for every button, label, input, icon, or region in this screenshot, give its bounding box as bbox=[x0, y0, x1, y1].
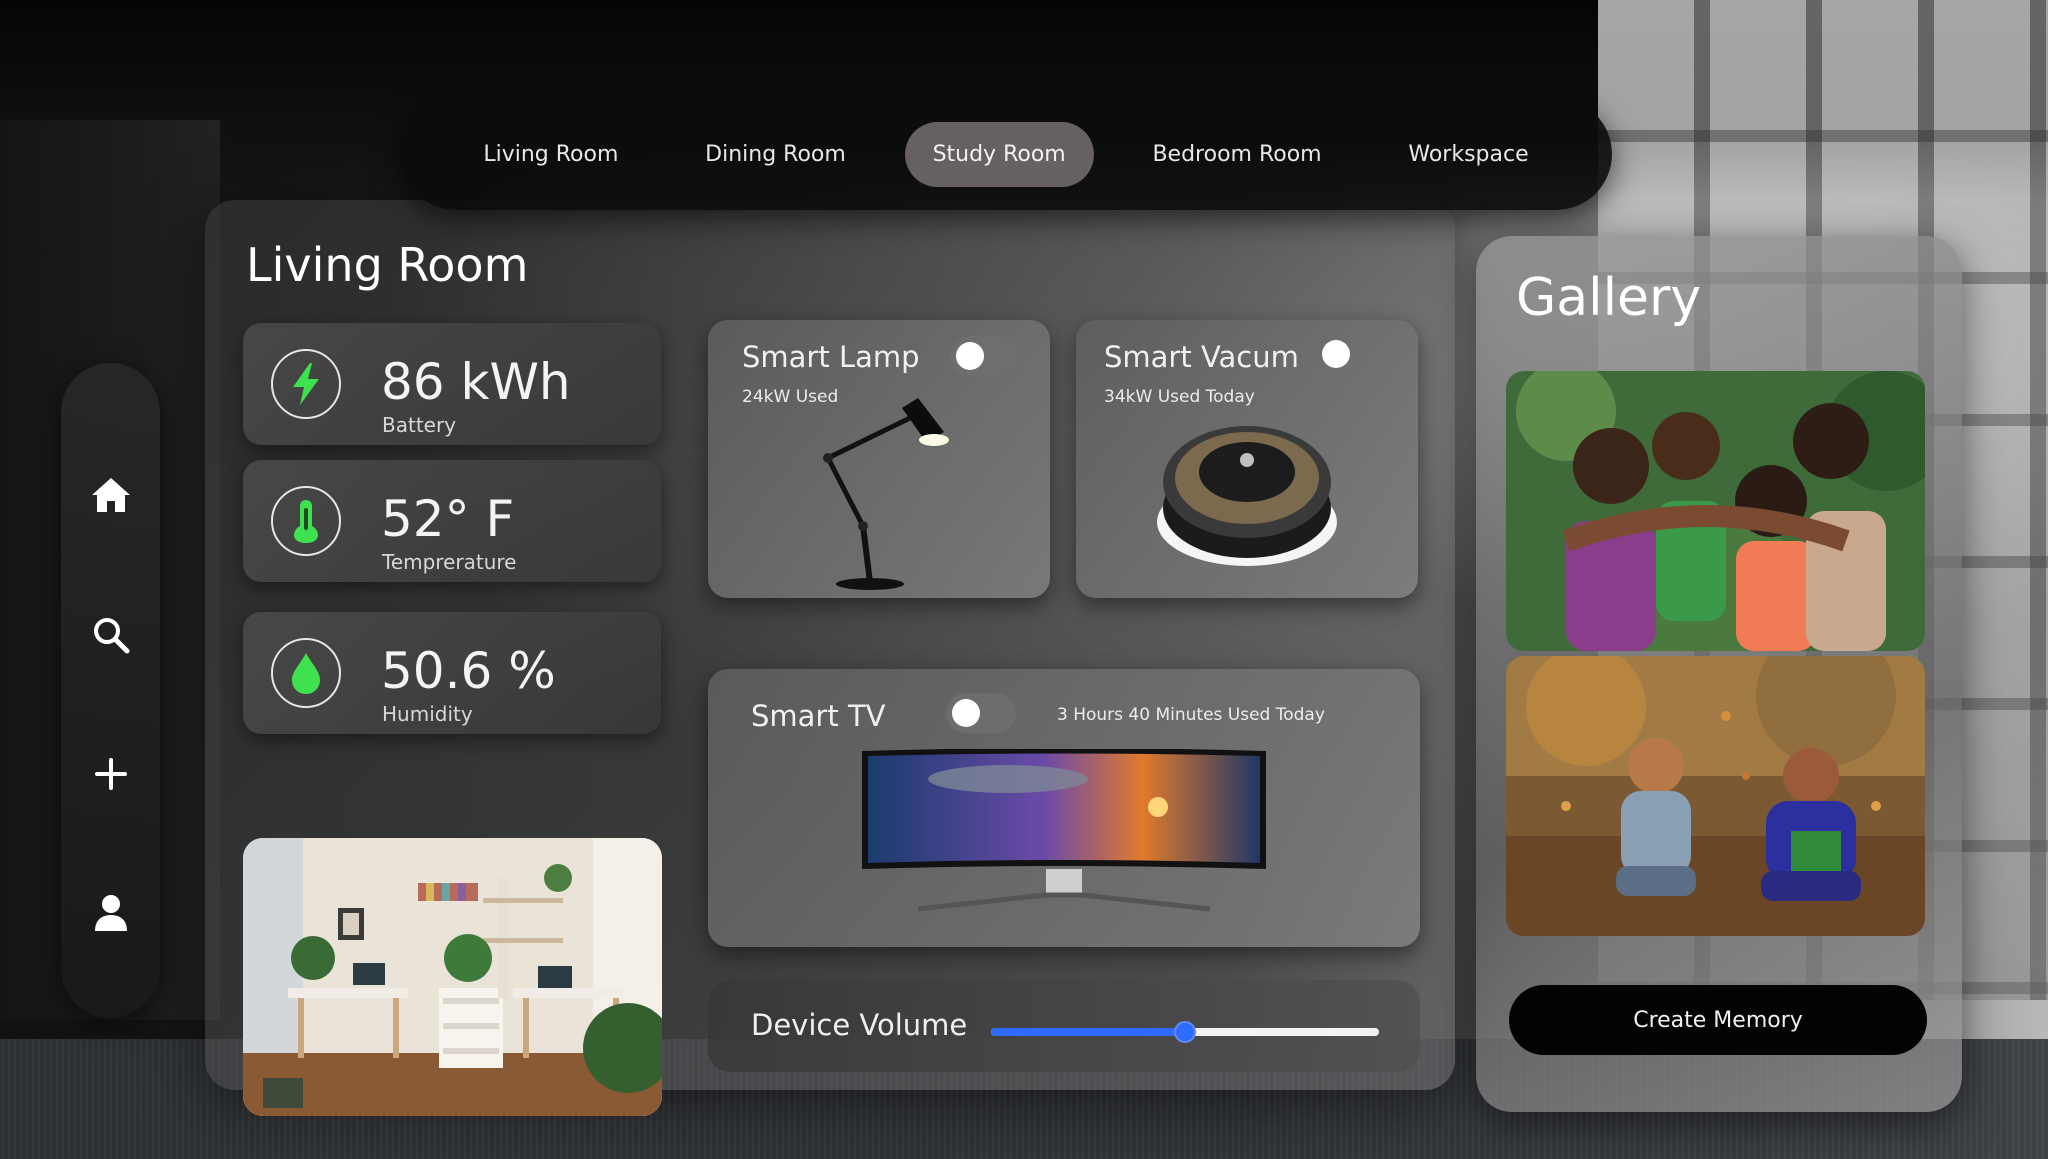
smart-tv-card: Smart TV 3 Hours 40 Minutes Used Today bbox=[708, 669, 1420, 947]
tab-workspace[interactable]: Workspace bbox=[1380, 122, 1556, 187]
temperature-label: Temprerature bbox=[382, 550, 517, 574]
plus-icon bbox=[95, 758, 127, 790]
volume-slider-thumb[interactable] bbox=[1174, 1021, 1196, 1043]
battery-card: 86 kWh Battery bbox=[243, 323, 661, 445]
toggle-knob bbox=[956, 342, 984, 370]
smart-tv-usage: 3 Hours 40 Minutes Used Today bbox=[1057, 705, 1325, 725]
nav-add-button[interactable] bbox=[85, 748, 137, 800]
tv-image bbox=[862, 749, 1266, 912]
smart-lamp-card: Smart Lamp 24kW Used bbox=[708, 320, 1050, 598]
smart-tv-toggle[interactable] bbox=[946, 693, 1016, 733]
home-icon bbox=[92, 478, 130, 512]
humidity-value: 50.6 % bbox=[381, 642, 556, 700]
gallery-title: Gallery bbox=[1516, 268, 1702, 328]
battery-value: 86 kWh bbox=[381, 353, 571, 411]
smart-vacuum-usage: 34kW Used Today bbox=[1104, 387, 1255, 407]
room-photo bbox=[243, 838, 662, 1116]
smart-vacuum-name: Smart Vacum bbox=[1104, 340, 1299, 374]
lamp-image bbox=[823, 398, 949, 590]
tab-bedroom-room[interactable]: Bedroom Room bbox=[1124, 122, 1349, 187]
smart-vacuum-card: Smart Vacum 34kW Used Today bbox=[1076, 320, 1418, 598]
vacuum-image bbox=[1157, 426, 1337, 566]
user-icon bbox=[95, 895, 127, 931]
tab-living-room[interactable]: Living Room bbox=[455, 122, 646, 187]
nav-profile-button[interactable] bbox=[85, 887, 137, 939]
smart-lamp-name: Smart Lamp bbox=[742, 340, 920, 374]
create-memory-button[interactable]: Create Memory bbox=[1509, 985, 1927, 1055]
gallery-photo-kids-hugging[interactable] bbox=[1506, 371, 1925, 651]
smart-tv-name: Smart TV bbox=[751, 699, 886, 733]
toggle-knob bbox=[952, 699, 980, 727]
stat-icon-ring bbox=[271, 638, 341, 708]
humidity-card: 50.6 % Humidity bbox=[243, 612, 661, 734]
battery-label: Battery bbox=[382, 413, 457, 437]
volume-card: Device Volume bbox=[708, 980, 1420, 1072]
humidity-label: Humidity bbox=[382, 702, 473, 726]
gallery-panel: Gallery Create Memory bbox=[1476, 236, 1962, 1112]
room-tabs: Living Room Dining Room Study Room Bedro… bbox=[400, 98, 1612, 210]
volume-label: Device Volume bbox=[751, 1008, 968, 1042]
volume-slider-fill bbox=[991, 1028, 1185, 1036]
water-drop-icon bbox=[292, 653, 320, 694]
gallery-photo-kids-leaves[interactable] bbox=[1506, 656, 1925, 936]
smart-vacuum-toggle[interactable] bbox=[1316, 334, 1386, 374]
side-nav bbox=[61, 363, 160, 1018]
lightning-icon bbox=[293, 363, 319, 405]
thermometer-icon bbox=[294, 500, 318, 543]
nav-home-button[interactable] bbox=[85, 469, 137, 521]
tab-dining-room[interactable]: Dining Room bbox=[677, 122, 874, 187]
tab-study-room[interactable]: Study Room bbox=[904, 121, 1094, 187]
stat-icon-ring bbox=[271, 349, 341, 419]
page-title: Living Room bbox=[246, 238, 529, 292]
stat-icon-ring bbox=[271, 486, 341, 556]
temperature-value: 52° F bbox=[381, 490, 515, 548]
temperature-card: 52° F Temprerature bbox=[243, 460, 661, 582]
search-icon bbox=[94, 618, 130, 654]
volume-slider[interactable] bbox=[991, 1021, 1379, 1043]
toggle-knob bbox=[1322, 340, 1350, 368]
smart-lamp-toggle[interactable] bbox=[950, 336, 1020, 376]
nav-search-button[interactable] bbox=[85, 609, 137, 661]
